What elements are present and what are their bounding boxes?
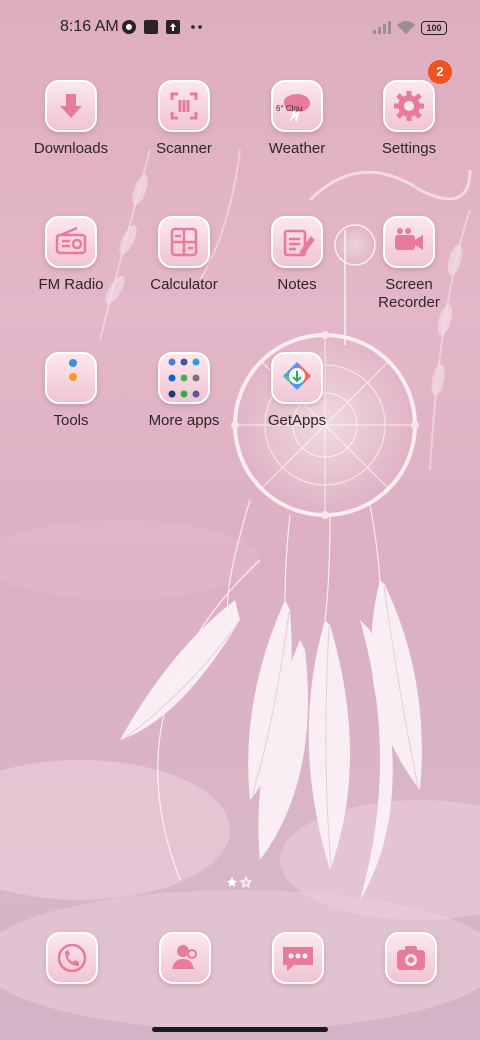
app-getapps[interactable]: GetApps bbox=[242, 352, 352, 430]
app-fm-radio[interactable]: FM Radio bbox=[16, 216, 126, 294]
calculator-icon bbox=[158, 216, 210, 268]
camera-icon[interactable] bbox=[385, 932, 437, 984]
clock: 8:16 AM bbox=[60, 18, 119, 35]
battery-icon: 100 bbox=[421, 21, 447, 35]
weather-widget-text: 6° Clou bbox=[276, 104, 303, 113]
app-label: Notes bbox=[277, 276, 317, 293]
download-icon bbox=[45, 80, 97, 132]
contacts-icon[interactable] bbox=[159, 932, 211, 984]
video-camera-icon bbox=[383, 216, 435, 268]
phone-icon[interactable] bbox=[46, 932, 98, 984]
folder-more-apps[interactable]: More apps bbox=[129, 352, 239, 430]
more-dots-icon bbox=[191, 25, 202, 29]
app-label: Settings bbox=[381, 140, 437, 157]
app-scanner[interactable]: Scanner bbox=[129, 80, 239, 158]
app-label: FM Radio bbox=[38, 276, 104, 293]
messages-icon[interactable] bbox=[272, 932, 324, 984]
app-weather[interactable]: 6° Clou Weather bbox=[242, 80, 352, 158]
home-screen: 8:16 AM 100 Downloads Scanner 6° Clou We… bbox=[0, 0, 480, 1040]
notes-icon bbox=[271, 216, 323, 268]
folder-icon bbox=[158, 352, 210, 404]
app-label: Calculator bbox=[150, 276, 218, 293]
folder-icon bbox=[45, 352, 97, 404]
app-calculator[interactable]: Calculator bbox=[129, 216, 239, 294]
home-gesture-bar[interactable] bbox=[152, 1027, 328, 1032]
scan-icon bbox=[158, 80, 210, 132]
app-downloads[interactable]: Downloads bbox=[16, 80, 126, 158]
app-label: Scanner bbox=[156, 140, 212, 157]
app-label: Weather bbox=[268, 140, 326, 157]
app-label: More apps bbox=[148, 412, 220, 429]
app-label: GetApps bbox=[267, 412, 327, 429]
radio-icon bbox=[45, 216, 97, 268]
app-label: Screen Recorder bbox=[378, 276, 440, 311]
app-label: Downloads bbox=[33, 140, 109, 157]
status-bar: 8:16 AM 100 bbox=[0, 0, 480, 56]
notification-badge: 2 bbox=[428, 60, 452, 84]
cloud-icon: 6° Clou bbox=[271, 80, 323, 132]
square-notification-icon bbox=[144, 20, 158, 34]
signal-icon bbox=[373, 21, 391, 34]
wifi-icon bbox=[397, 21, 415, 34]
app-settings[interactable]: Settings bbox=[354, 80, 464, 158]
getapps-icon bbox=[271, 352, 323, 404]
page-indicator bbox=[227, 876, 253, 888]
app-screen-recorder[interactable]: Screen Recorder bbox=[354, 216, 464, 312]
app-notes[interactable]: Notes bbox=[242, 216, 352, 294]
gear-icon bbox=[383, 80, 435, 132]
app-label: Tools bbox=[53, 412, 89, 429]
app-notification-icon bbox=[122, 20, 136, 34]
upload-notification-icon bbox=[166, 20, 180, 34]
folder-tools[interactable]: Tools bbox=[16, 352, 126, 430]
